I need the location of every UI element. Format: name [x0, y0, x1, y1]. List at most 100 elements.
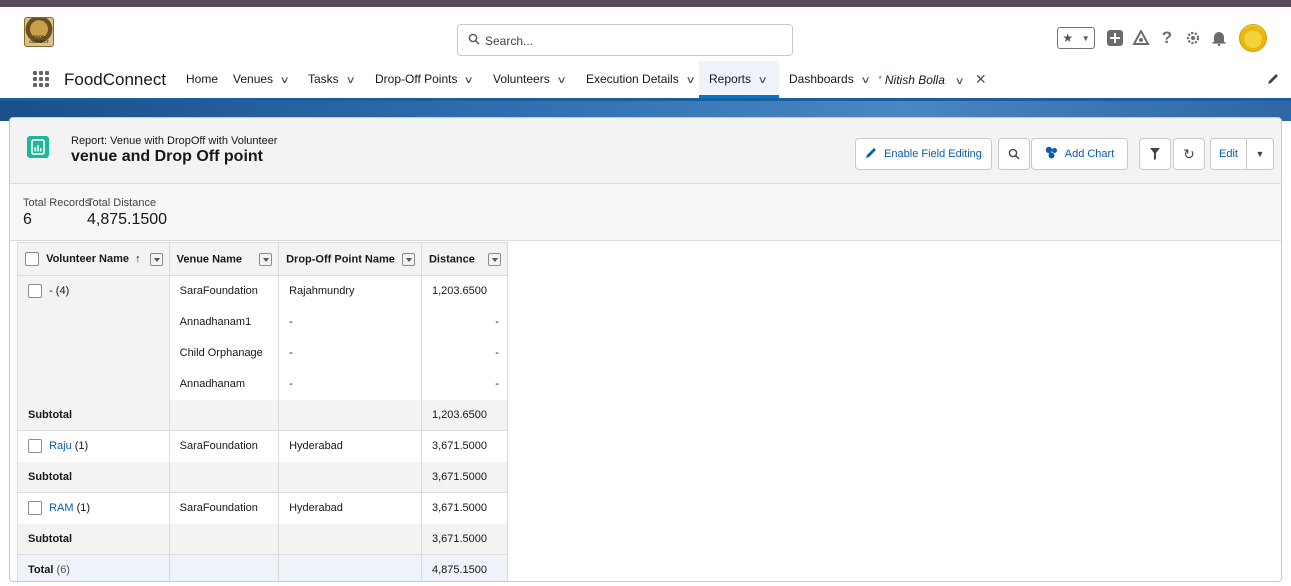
- grand-total-label: Total (6): [17, 554, 170, 581]
- nav-tab-reports[interactable]: Reports ∨: [699, 61, 779, 98]
- table-row: Raju (1) SaraFoundation Hyderabad 3,671.…: [17, 430, 508, 462]
- subtotal-value: 1,203.6500: [421, 399, 508, 431]
- chevron-down-icon: ▼: [1255, 149, 1265, 159]
- global-actions-icon[interactable]: [1105, 28, 1125, 48]
- drop-off-link[interactable]: Hyderabad: [278, 492, 422, 524]
- search-icon: [468, 33, 480, 45]
- column-header-distance[interactable]: Distance: [420, 242, 508, 276]
- global-header: FOOD CONNECT Search... ★ ▼ ?: [0, 7, 1291, 61]
- venue-link[interactable]: Annadhanam1: [169, 306, 280, 338]
- filter-icon: [1150, 148, 1160, 160]
- setup-gear-icon[interactable]: [1183, 28, 1203, 48]
- report-summary: Total Records 6 Total Distance 4,875.150…: [10, 184, 1281, 241]
- chart-icon: [1045, 146, 1058, 162]
- total-distance-label: Total Distance: [87, 197, 157, 209]
- column-menu-drop-off[interactable]: [401, 252, 415, 266]
- row-checkbox[interactable]: [28, 439, 42, 454]
- unsaved-marker: *: [878, 74, 882, 84]
- grand-total-value: 4,875.1500: [421, 554, 508, 581]
- nav-tab-volunteers[interactable]: Volunteers ∨: [485, 61, 573, 98]
- trailhead-icon[interactable]: [1131, 28, 1151, 48]
- grand-total-row: Total (6) 4,875.1500: [17, 554, 508, 581]
- chevron-down-icon[interactable]: ∨: [556, 62, 566, 99]
- row-checkbox[interactable]: [28, 284, 42, 298]
- edit-button[interactable]: Edit: [1210, 138, 1247, 170]
- subtotal-row: Subtotal 1,203.6500: [17, 399, 508, 431]
- distance-cell: 3,671.5000: [421, 430, 508, 462]
- star-icon: ★: [1062, 31, 1074, 45]
- subtotal-row: Subtotal 3,671.5000: [17, 461, 508, 493]
- app-launcher-icon[interactable]: [33, 71, 49, 87]
- nav-tab-drop-off-points[interactable]: Drop-Off Points ∨: [367, 61, 481, 98]
- column-menu-distance[interactable]: [487, 252, 501, 266]
- edit-nav-pencil-icon[interactable]: [1267, 72, 1279, 88]
- more-actions-button[interactable]: ▼: [1246, 138, 1274, 170]
- drop-off-link[interactable]: Hyderabad: [278, 430, 422, 462]
- column-header-venue-name[interactable]: Venue Name: [168, 242, 280, 276]
- volunteer-link[interactable]: RAM: [49, 502, 73, 514]
- enable-field-editing-button[interactable]: Enable Field Editing: [855, 138, 992, 170]
- chevron-down-icon[interactable]: ∨: [280, 62, 290, 99]
- subtotal-value: 3,671.5000: [421, 461, 508, 493]
- report-table: Volunteer Name ↑ Venue Name Drop-Off Poi…: [17, 242, 508, 581]
- nav-tab-venues[interactable]: Venues ∨: [225, 61, 296, 98]
- table-row: RAM (1) SaraFoundation Hyderabad 3,671.5…: [17, 492, 508, 524]
- table-header-row: Volunteer Name ↑ Venue Name Drop-Off Poi…: [17, 242, 508, 276]
- top-strip: [0, 0, 1291, 7]
- venue-link[interactable]: Annadhanam: [169, 368, 280, 400]
- chevron-down-icon[interactable]: ∨: [345, 62, 355, 99]
- close-tab-icon[interactable]: ✕: [975, 71, 987, 87]
- search-report-button[interactable]: [998, 138, 1030, 170]
- chevron-down-icon[interactable]: ∨: [464, 62, 474, 99]
- report-icon: [27, 136, 49, 158]
- group-cell: RAM (1): [17, 492, 170, 524]
- nav-tab-home[interactable]: Home: [178, 61, 226, 98]
- drop-off-cell: -: [278, 306, 422, 338]
- group-cell: - (4): [17, 275, 170, 400]
- subtotal-row: Subtotal 3,671.5000: [17, 523, 508, 555]
- user-avatar[interactable]: [1239, 24, 1267, 52]
- favorites-button[interactable]: ★ ▼: [1057, 27, 1095, 49]
- chevron-down-icon[interactable]: ∨: [685, 62, 695, 99]
- drop-off-link[interactable]: Rajahmundry: [278, 275, 422, 307]
- column-menu-venue[interactable]: [259, 252, 273, 266]
- app-nav-bar: FoodConnect Home Venues ∨ Tasks ∨ Drop-Off…: [0, 61, 1291, 101]
- column-menu-volunteer[interactable]: [149, 252, 163, 266]
- venue-link[interactable]: SaraFoundation: [169, 492, 280, 524]
- filter-button[interactable]: [1139, 138, 1171, 170]
- row-checkbox[interactable]: [28, 501, 42, 516]
- select-all-checkbox[interactable]: [25, 252, 39, 266]
- table-row: - (4) SaraFoundation Rajahmundry 1,203.6…: [17, 275, 508, 400]
- nav-tab-dashboards[interactable]: Dashboards ∨: [781, 61, 877, 98]
- notifications-bell-icon[interactable]: [1209, 28, 1229, 48]
- drop-off-cell: -: [278, 337, 422, 369]
- chevron-down-icon[interactable]: ∨: [758, 62, 768, 99]
- subtotal-label: Subtotal: [17, 523, 170, 555]
- chevron-down-icon[interactable]: ∨: [860, 62, 870, 99]
- help-icon[interactable]: ?: [1157, 28, 1177, 48]
- search-icon: [1008, 148, 1020, 160]
- report-card: Report: Venue with DropOff with Voluntee…: [9, 117, 1282, 582]
- chevron-down-icon: ▼: [1081, 33, 1090, 43]
- sort-ascending-icon: ↑: [135, 252, 141, 265]
- header-actions: ★ ▼ ?: [1057, 24, 1267, 52]
- global-search-input[interactable]: Search...: [457, 24, 793, 56]
- column-header-volunteer-name[interactable]: Volunteer Name ↑: [17, 242, 170, 276]
- nav-tab-tasks[interactable]: Tasks ∨: [300, 61, 362, 98]
- chevron-down-icon[interactable]: ∨: [955, 63, 965, 100]
- report-title: venue and Drop Off point: [71, 148, 263, 165]
- app-name: FoodConnect: [64, 70, 167, 89]
- org-logo[interactable]: FOOD CONNECT: [24, 17, 54, 47]
- nav-tab-execution-details[interactable]: Execution Details ∨: [578, 61, 702, 98]
- venue-link[interactable]: SaraFoundation: [169, 275, 280, 307]
- venue-link[interactable]: Child Orphanage: [169, 337, 280, 369]
- venue-link[interactable]: SaraFoundation: [169, 430, 280, 462]
- distance-cell: -: [421, 306, 508, 338]
- volunteer-link[interactable]: Raju: [49, 440, 72, 452]
- user-tab-label: Nitish Bolla: [884, 73, 945, 87]
- refresh-button[interactable]: ↻: [1173, 138, 1205, 170]
- add-chart-button[interactable]: Add Chart: [1031, 138, 1128, 170]
- nav-tab-user-record[interactable]: * Nitish Bolla ∨ ✕: [870, 61, 995, 98]
- total-distance-value: 4,875.1500: [87, 211, 168, 228]
- column-header-drop-off-point[interactable]: Drop-Off Point Name: [278, 242, 422, 276]
